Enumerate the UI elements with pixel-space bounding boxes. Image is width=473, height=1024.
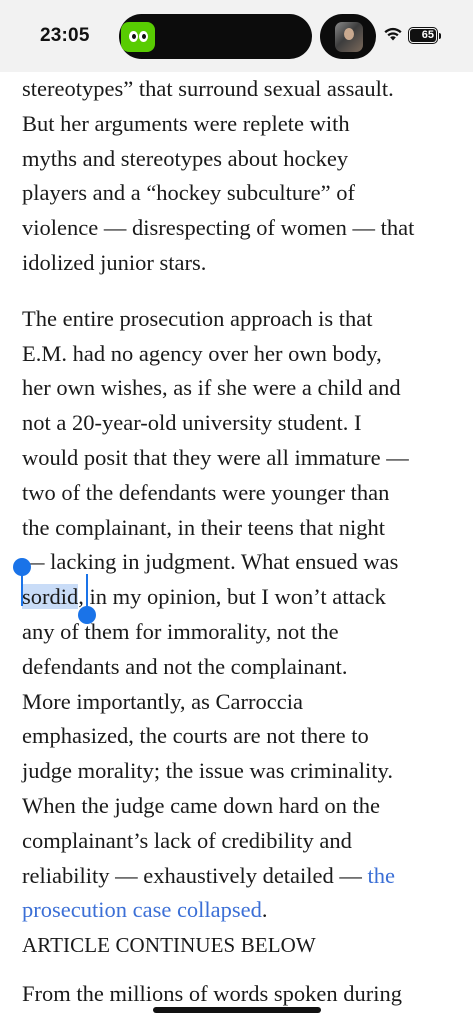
paragraph-line: complainant’s lack of credibility and <box>22 827 352 853</box>
media-thumbnail-icon <box>335 22 363 52</box>
paragraph-line: reliability — exhaustively detailed — th… <box>22 859 462 894</box>
paragraph-line: emphasized, the courts are not there to <box>22 723 369 749</box>
status-bar: 23:05 65 <box>0 0 473 72</box>
link-line-prefix: reliability — exhaustively detailed — <box>22 862 368 888</box>
selected-text[interactable]: sordid <box>22 584 79 610</box>
link-trailing-period: . <box>261 897 268 923</box>
paragraph-line: idolized junior stars. <box>22 249 207 275</box>
paragraph-line: E.M. had no agency over her own body, <box>22 340 382 366</box>
paragraph-line: two of the defendants were younger than <box>22 479 390 505</box>
status-time: 23:05 <box>40 25 90 46</box>
prosecution-case-link[interactable]: the <box>368 863 396 888</box>
paragraph-line: players and a “hockey subculture” of <box>22 180 355 206</box>
battery-nub <box>439 33 441 39</box>
paragraph-line: The entire prosecution approach is that <box>22 305 373 331</box>
battery-level: 65 <box>421 29 434 41</box>
duolingo-owl-icon[interactable] <box>121 22 155 52</box>
wifi-icon <box>384 27 402 41</box>
paragraph-line: defendants and not the complainant. <box>22 653 348 679</box>
selection-end-handle[interactable] <box>78 606 96 624</box>
prosecution-case-link[interactable]: prosecution case collapsed <box>22 897 262 922</box>
paragraph-line: violence — disrespecting of women — that <box>22 215 415 241</box>
text-after-selection: , in my opinion, but I won’t attack <box>78 584 386 610</box>
paragraph-2: The entire prosecution approach is that … <box>22 302 462 963</box>
paragraph-line: — lacking in judgment. What ensued was <box>22 549 399 575</box>
paragraph-line: stereotypes” that surround sexual assaul… <box>22 76 394 101</box>
paragraph-line: not a 20-year-old university student. I <box>22 410 362 436</box>
home-indicator[interactable] <box>153 1007 321 1013</box>
paragraph-line: the complainant, in their teens that nig… <box>22 514 386 540</box>
paragraph-line: When the judge came down hard on the <box>22 792 381 818</box>
battery-icon: 65 <box>408 27 438 44</box>
paragraph-line: her own wishes, as if she were a child a… <box>22 375 401 401</box>
paragraph-1: stereotypes” that surround sexual assaul… <box>22 72 462 281</box>
paragraph-line: But her arguments were replete with <box>22 110 350 136</box>
selection-start-handle[interactable] <box>13 558 31 576</box>
article-body: stereotypes” that surround sexual assaul… <box>22 72 462 1012</box>
paragraph-line: myths and stereotypes about hockey <box>22 145 349 171</box>
paragraph-line: judge morality; the issue was criminalit… <box>22 758 393 784</box>
article-continues-label: ARTICLE CONTINUES BELOW <box>22 933 316 958</box>
paragraph-line: More importantly, as Carroccia <box>22 688 303 714</box>
paragraph-line: would posit that they were all immature … <box>22 444 409 470</box>
paragraph-line: prosecution case collapsed. <box>22 893 462 928</box>
